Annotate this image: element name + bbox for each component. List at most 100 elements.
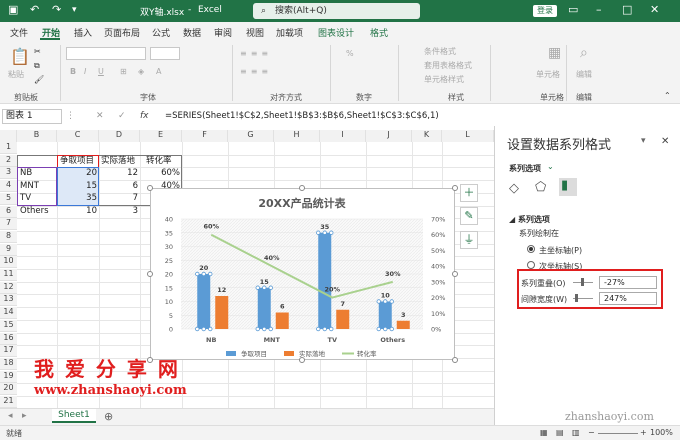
undo-icon[interactable]: ↶ bbox=[30, 3, 39, 16]
table-cell[interactable]: 6 bbox=[99, 181, 140, 192]
gap-width-input[interactable]: 247% bbox=[599, 292, 657, 305]
align-top-icons[interactable]: ≡≡≡ bbox=[240, 49, 272, 58]
table-cell[interactable]: 60% bbox=[140, 168, 182, 179]
row-header[interactable]: 13 bbox=[0, 294, 17, 307]
fx-icon[interactable]: fx bbox=[140, 111, 149, 121]
row-header[interactable]: 6 bbox=[0, 205, 17, 218]
resize-handle[interactable] bbox=[147, 185, 153, 191]
redo-icon[interactable]: ↷ bbox=[52, 3, 61, 16]
autosave-icon[interactable]: ▣ bbox=[8, 3, 18, 16]
row-header[interactable]: 17 bbox=[0, 345, 17, 358]
font-name-select[interactable] bbox=[66, 47, 146, 60]
pane-dropdown-icon[interactable]: ▾ bbox=[641, 136, 646, 146]
options-chevron-icon[interactable]: ⌄ bbox=[547, 162, 554, 171]
table-cell[interactable]: Others bbox=[18, 206, 51, 217]
fill-line-icon[interactable]: ◇ bbox=[509, 181, 519, 196]
col-header[interactable]: L bbox=[442, 130, 494, 142]
paste-label[interactable]: 粘贴 bbox=[8, 69, 24, 80]
cells-button[interactable]: 单元格 bbox=[536, 69, 560, 80]
next-sheet-icon[interactable]: ▸ bbox=[22, 411, 27, 421]
col-header[interactable]: J bbox=[366, 130, 412, 142]
row-header[interactable]: 1 bbox=[0, 142, 17, 154]
chart-elements-button[interactable]: ＋ bbox=[460, 184, 478, 202]
row-header[interactable]: 2 bbox=[0, 154, 17, 167]
name-box-dropdown-icon[interactable]: ⋮ bbox=[66, 111, 75, 121]
primary-axis-radio[interactable] bbox=[527, 245, 535, 253]
conditional-format-button[interactable]: 条件格式 bbox=[424, 46, 456, 57]
row-header[interactable]: 8 bbox=[0, 230, 17, 243]
table-cell[interactable]: 3 bbox=[99, 206, 140, 217]
copy-icon[interactable]: ⧉ bbox=[34, 61, 40, 71]
row-header[interactable]: 9 bbox=[0, 243, 17, 256]
overlap-slider-thumb[interactable] bbox=[581, 278, 584, 286]
row-header[interactable]: 3 bbox=[0, 167, 17, 180]
chart-filters-button[interactable]: ⏚ bbox=[460, 231, 478, 249]
col-header[interactable]: H bbox=[274, 130, 320, 142]
row-header[interactable]: 12 bbox=[0, 281, 17, 294]
tab-formulas[interactable]: 公式 bbox=[152, 26, 170, 39]
cells-icon[interactable]: ▦ bbox=[548, 45, 561, 61]
tab-format[interactable]: 格式 bbox=[370, 26, 388, 39]
page-break-icon[interactable]: ▥ bbox=[572, 428, 580, 437]
tab-page-layout[interactable]: 页面布局 bbox=[104, 26, 140, 39]
add-sheet-icon[interactable]: ⊕ bbox=[104, 410, 113, 423]
col-header[interactable]: E bbox=[140, 130, 182, 142]
col-header[interactable]: D bbox=[99, 130, 140, 142]
close-icon[interactable]: ✕ bbox=[650, 3, 659, 16]
tab-review[interactable]: 审阅 bbox=[214, 26, 232, 39]
tab-data[interactable]: 数据 bbox=[183, 26, 201, 39]
font-size-select[interactable] bbox=[150, 47, 180, 60]
resize-handle[interactable] bbox=[452, 185, 458, 191]
combo-chart[interactable]: 20XX产品统计表 0 5 10 15 20 25 30 35 40 0% 10% 20% 30% 40% 5… bbox=[150, 188, 455, 360]
table-format-button[interactable]: 套用表格格式 bbox=[424, 60, 472, 71]
login-button[interactable]: 登录 bbox=[533, 5, 557, 17]
border-icon[interactable]: ⊞ bbox=[120, 67, 127, 76]
row-header[interactable]: 16 bbox=[0, 332, 17, 345]
row-header[interactable]: 11 bbox=[0, 269, 17, 281]
row-header[interactable]: 5 bbox=[0, 192, 17, 205]
tab-addins[interactable]: 加载项 bbox=[276, 26, 303, 39]
resize-handle[interactable] bbox=[299, 185, 305, 191]
zoom-slider[interactable] bbox=[598, 433, 638, 434]
row-header[interactable]: 14 bbox=[0, 307, 17, 320]
zoom-in-icon[interactable]: + bbox=[640, 428, 647, 437]
effects-icon[interactable]: ⬠ bbox=[535, 180, 546, 195]
header-cell[interactable]: 争取项目 bbox=[58, 156, 96, 167]
align-left-icons[interactable]: ≡≡≡ bbox=[240, 67, 272, 76]
edit-button[interactable]: 编辑 bbox=[576, 69, 592, 80]
col-header[interactable]: K bbox=[412, 130, 442, 142]
gap-slider-thumb[interactable] bbox=[575, 294, 578, 302]
row-header[interactable]: 4 bbox=[0, 180, 17, 193]
bold-icon[interactable]: B bbox=[70, 67, 76, 76]
italic-icon[interactable]: I bbox=[84, 67, 86, 76]
table-cell[interactable]: 35 bbox=[57, 193, 99, 204]
row-header[interactable]: 18 bbox=[0, 357, 17, 370]
row-header[interactable]: 19 bbox=[0, 370, 17, 383]
page-layout-icon[interactable]: ▤ bbox=[556, 428, 564, 437]
row-header[interactable]: 21 bbox=[0, 396, 17, 408]
header-cell[interactable]: 转化率 bbox=[144, 156, 174, 167]
search-edit-icon[interactable]: ⌕ bbox=[580, 45, 588, 61]
sheet-tab[interactable]: Sheet1 bbox=[52, 409, 96, 423]
secondary-axis-radio[interactable] bbox=[527, 261, 535, 269]
series-options-dropdown[interactable]: 系列选项 bbox=[509, 163, 541, 174]
table-cell[interactable]: 7 bbox=[99, 193, 140, 204]
chart-styles-button[interactable]: ✎ bbox=[460, 207, 478, 225]
select-all-corner[interactable] bbox=[0, 130, 17, 142]
pane-close-icon[interactable]: ✕ bbox=[661, 136, 669, 147]
maximize-icon[interactable]: □ bbox=[622, 3, 632, 16]
tab-view[interactable]: 视图 bbox=[246, 26, 264, 39]
series-options-section[interactable]: ◢ 系列选项 bbox=[509, 214, 550, 225]
table-cell[interactable]: MNT bbox=[18, 181, 41, 192]
tab-chart-design[interactable]: 图表设计 bbox=[318, 26, 354, 39]
table-cell[interactable]: 12 bbox=[99, 168, 140, 179]
resize-handle[interactable] bbox=[452, 357, 458, 363]
table-cell[interactable]: TV bbox=[18, 193, 33, 204]
font-color-icon[interactable]: A bbox=[156, 67, 161, 76]
primary-axis-label[interactable]: 主坐标轴(P) bbox=[539, 245, 582, 256]
tab-insert[interactable]: 插入 bbox=[74, 26, 92, 39]
zoom-level[interactable]: 100% bbox=[650, 428, 673, 437]
ribbon-display-icon[interactable]: ▭ bbox=[568, 3, 578, 16]
col-header[interactable]: B bbox=[17, 130, 57, 142]
underline-icon[interactable]: U bbox=[98, 67, 104, 76]
